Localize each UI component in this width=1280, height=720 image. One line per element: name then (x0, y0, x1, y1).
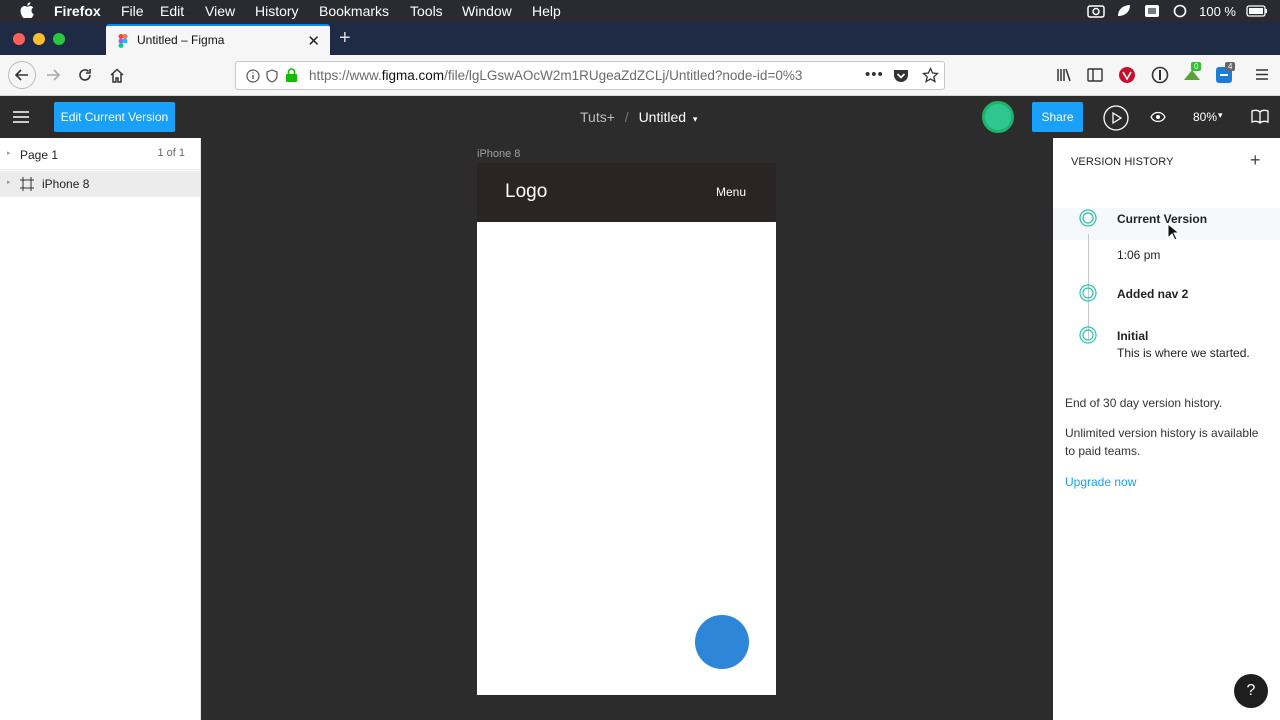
team-name[interactable]: Tuts+ (580, 109, 615, 125)
version-title-current[interactable]: Current Version (1117, 212, 1207, 226)
figma-favicon-icon (118, 34, 128, 48)
extension-badge: 0 (1191, 62, 1202, 71)
end-of-history-note: End of 30 day version history. (1065, 396, 1223, 410)
help-button[interactable]: ? (1234, 674, 1268, 708)
battery-icon[interactable] (1246, 4, 1268, 18)
camera-icon[interactable] (1087, 4, 1105, 18)
library-icon[interactable] (1056, 68, 1072, 82)
sidebar-icon[interactable] (1087, 68, 1103, 82)
version-history-title: VERSION HISTORY (1071, 156, 1174, 168)
browser-tab[interactable]: Untitled – Figma ✕ (106, 24, 330, 55)
reload-icon[interactable] (73, 63, 97, 87)
version-icon (1079, 209, 1097, 227)
menu-bookmarks[interactable]: Bookmarks (319, 3, 389, 19)
version-title-added-nav[interactable]: Added nav 2 (1117, 287, 1188, 301)
address-bar[interactable]: https://www.figma.com/file/lgLGswAOcW2m1… (235, 61, 945, 90)
page-name: Page 1 (20, 148, 59, 162)
info-icon[interactable] (246, 69, 260, 83)
menu-app-name[interactable]: Firefox (54, 3, 101, 19)
mac-menubar: Firefox File Edit View History Bookmarks… (0, 0, 1280, 22)
version-title-initial[interactable]: Initial (1117, 329, 1148, 343)
url-text: https://www.figma.com/file/lgLGswAOcW2m1… (309, 68, 803, 83)
pocket-icon[interactable] (893, 68, 909, 83)
extension-red-icon[interactable] (1118, 66, 1136, 84)
mockup-floating-button[interactable] (695, 615, 749, 669)
version-icon (1079, 326, 1097, 344)
figma-toolbar: Edit Current Version Tuts+ / Untitled ▾ … (0, 96, 1280, 138)
user-avatar[interactable] (982, 101, 1014, 133)
shield-icon[interactable] (266, 69, 278, 83)
mockup-header[interactable]: Logo Menu (477, 163, 776, 222)
edit-current-version-button[interactable]: Edit Current Version (54, 102, 175, 132)
menu-tools[interactable]: Tools (410, 3, 443, 19)
zoom-chevron-icon[interactable]: ▾ (1218, 110, 1223, 121)
back-icon[interactable] (8, 61, 36, 89)
browser-toolbar: https://www.figma.com/file/lgLGswAOcW2m1… (0, 55, 1280, 96)
unlimited-history-note: Unlimited version history is available t… (1065, 426, 1259, 458)
mouse-pointer-icon (1167, 223, 1179, 241)
menu-file[interactable]: File (121, 3, 144, 19)
battery-percentage: 100 % (1199, 3, 1236, 19)
menu-view[interactable]: View (205, 3, 235, 19)
zoom-window-button[interactable] (53, 33, 65, 45)
page-actions-icon[interactable]: ••• (865, 66, 884, 83)
mockup-logo[interactable]: Logo (505, 181, 547, 203)
frame-label[interactable]: iPhone 8 (477, 148, 520, 160)
menu-window[interactable]: Window (462, 3, 512, 19)
tab-title: Untitled – Figma (137, 33, 225, 47)
version-description: This is where we started. (1117, 346, 1250, 360)
version-time: 1:06 pm (1117, 248, 1161, 262)
page-expand-icon[interactable]: ▸ (7, 149, 11, 157)
upgrade-now-link[interactable]: Upgrade now (1065, 475, 1136, 489)
apple-icon[interactable] (20, 2, 34, 18)
extension-badge-count: 4 (1225, 62, 1236, 71)
breadcrumb-separator: / (624, 109, 629, 125)
minimize-window-button[interactable] (33, 33, 45, 45)
view-eye-icon[interactable] (1150, 111, 1166, 123)
mockup-menu[interactable]: Menu (716, 185, 746, 199)
forward-icon[interactable] (41, 63, 65, 87)
leaf-icon[interactable] (1115, 4, 1133, 18)
onepassword-icon[interactable] (1151, 66, 1169, 84)
home-icon[interactable] (105, 63, 129, 87)
lock-icon[interactable] (285, 68, 298, 83)
hamburger-menu-icon[interactable] (1255, 68, 1269, 81)
page-count: 1 of 1 (157, 147, 185, 159)
version-icon (1079, 284, 1097, 302)
close-window-button[interactable] (13, 33, 25, 45)
menu-edit[interactable]: Edit (160, 3, 184, 19)
layer-item-iphone-8[interactable]: ▸ iPhone 8 (0, 171, 200, 197)
share-button[interactable]: Share (1032, 102, 1083, 132)
menu-help[interactable]: Help (532, 3, 561, 19)
layers-panel: ▸ Page 1 1 of 1 ▸ iPhone 8 (0, 138, 201, 720)
present-play-icon[interactable] (1103, 105, 1129, 131)
iphone-8-frame[interactable]: Logo Menu (477, 163, 776, 695)
chevron-down-icon[interactable]: ▾ (693, 114, 698, 124)
frame-icon (20, 177, 34, 191)
layer-expand-icon[interactable]: ▸ (7, 178, 11, 186)
page-selector[interactable]: ▸ Page 1 1 of 1 (0, 138, 200, 170)
figma-menu-icon[interactable] (13, 111, 29, 123)
list-menu-icon[interactable] (1143, 4, 1161, 18)
close-tab-icon[interactable]: ✕ (307, 32, 320, 50)
bookmark-star-icon[interactable] (922, 67, 939, 84)
search-spotlight-icon[interactable] (1171, 4, 1189, 18)
zoom-level[interactable]: 80% (1193, 110, 1217, 124)
add-version-icon[interactable]: + (1250, 150, 1261, 171)
menu-history[interactable]: History (255, 3, 299, 19)
library-book-icon[interactable] (1251, 109, 1269, 124)
layer-label: iPhone 8 (42, 177, 90, 191)
breadcrumb: Tuts+ / Untitled ▾ (580, 109, 697, 125)
new-tab-icon[interactable]: + (339, 28, 351, 48)
file-name[interactable]: Untitled (639, 109, 686, 125)
